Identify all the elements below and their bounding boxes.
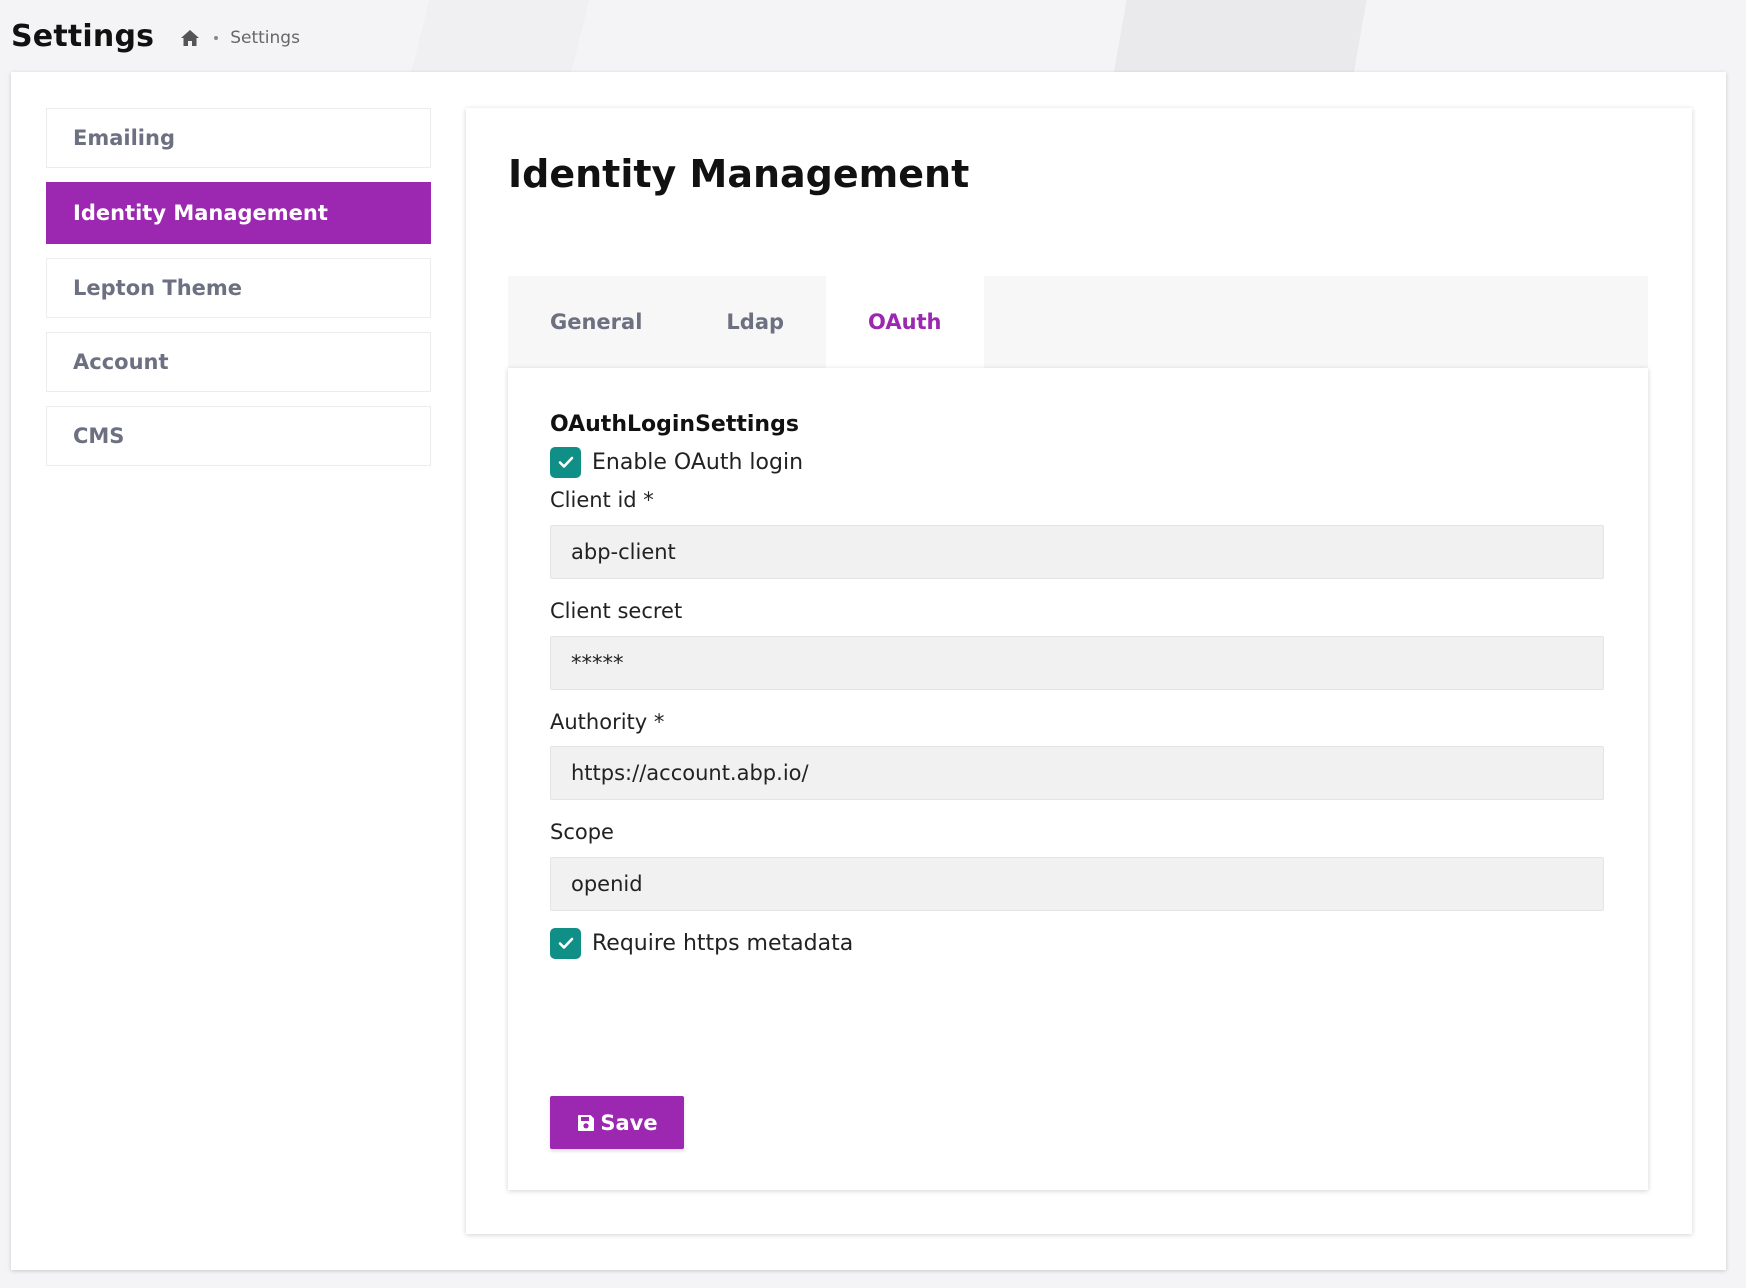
scope-label: Scope (550, 820, 614, 844)
settings-nav: Emailing Identity Management Lepton Them… (46, 108, 431, 480)
nav-item-account[interactable]: Account (46, 332, 431, 392)
client-secret-label: Client secret (550, 599, 683, 623)
require-https-metadata-label: Require https metadata (592, 931, 854, 956)
nav-item-label: Emailing (73, 126, 175, 150)
scope-input[interactable] (550, 857, 1604, 911)
nav-item-label: Lepton Theme (73, 276, 243, 300)
save-button[interactable]: Save (550, 1096, 684, 1149)
floppy-disk-icon (578, 1114, 595, 1131)
section-title: Identity Management (508, 152, 970, 196)
enable-oauth-login-row: Enable OAuth login (550, 447, 803, 478)
page-title: Settings (11, 18, 155, 54)
enable-oauth-login-label: Enable OAuth login (592, 450, 804, 475)
nav-item-label: Account (73, 350, 169, 374)
home-icon[interactable] (180, 29, 200, 47)
tab-label: OAuth (868, 310, 942, 334)
page-header: Settings Settings (0, 0, 1746, 72)
breadcrumb-separator (214, 36, 219, 40)
client-id-label: Client id * (550, 488, 654, 512)
tab-general[interactable]: General (508, 276, 684, 368)
nav-item-cms[interactable]: CMS (46, 406, 431, 466)
oauth-tab-content: OAuthLoginSettings Enable OAuth login Cl… (508, 368, 1648, 1190)
tab-label: General (550, 310, 643, 334)
nav-item-label: CMS (73, 424, 125, 448)
checkmark-icon (558, 456, 573, 468)
nav-item-emailing[interactable]: Emailing (46, 108, 431, 168)
tab-bar: General Ldap OAuth (508, 276, 1648, 368)
nav-item-label: Identity Management (73, 201, 328, 225)
require-https-row: Require https metadata (550, 928, 853, 959)
breadcrumb: Settings (180, 28, 300, 48)
settings-card: Emailing Identity Management Lepton Them… (11, 72, 1726, 1270)
authority-label: Authority * (550, 710, 665, 734)
tab-oauth[interactable]: OAuth (826, 276, 984, 368)
breadcrumb-current: Settings (230, 28, 300, 48)
tab-ldap[interactable]: Ldap (684, 276, 826, 368)
require-https-metadata-checkbox[interactable] (550, 928, 581, 959)
nav-item-lepton-theme[interactable]: Lepton Theme (46, 258, 431, 318)
enable-oauth-login-checkbox[interactable] (550, 447, 581, 478)
save-button-label: Save (600, 1110, 658, 1135)
authority-input[interactable] (550, 746, 1604, 800)
client-id-input[interactable] (550, 525, 1604, 579)
tab-label: Ldap (726, 310, 785, 334)
nav-item-identity-management[interactable]: Identity Management (46, 182, 431, 244)
settings-panel: Identity Management General Ldap OAuth O… (466, 108, 1692, 1234)
oauth-settings-heading: OAuthLoginSettings (550, 412, 799, 437)
checkmark-icon (558, 937, 573, 949)
client-secret-input[interactable] (550, 636, 1604, 690)
